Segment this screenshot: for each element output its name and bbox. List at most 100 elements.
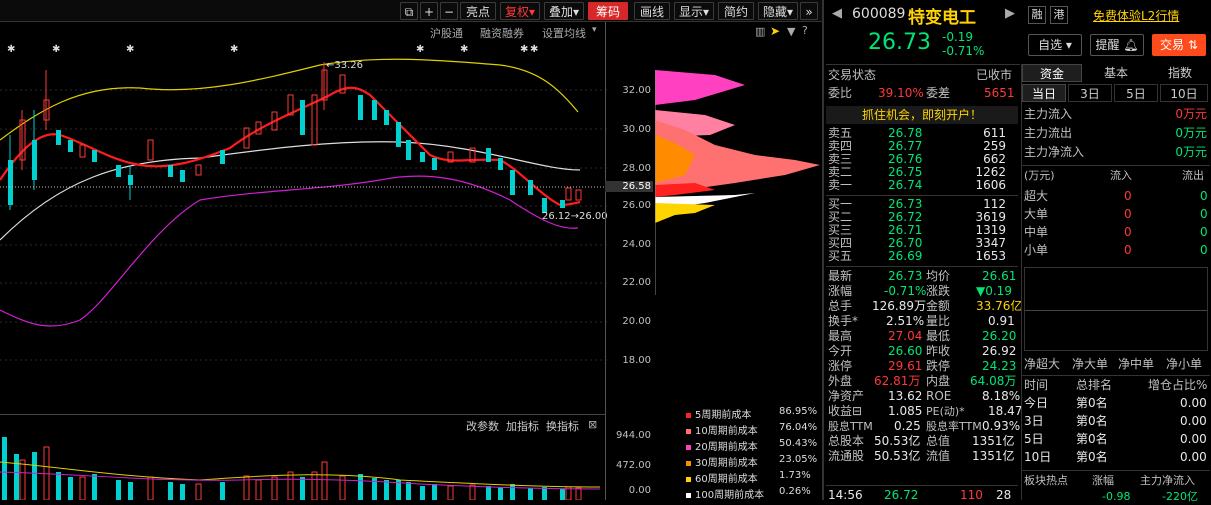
adjust-label: 复权: [504, 5, 529, 19]
price-axis: 32.00 30.00 28.00 26.58 26.00 24.00 22.0…: [605, 22, 653, 500]
trade-label: 交易: [1160, 38, 1185, 52]
margin-badge[interactable]: 融: [1028, 6, 1046, 24]
margin-link[interactable]: 融资融券: [480, 25, 524, 41]
ma-white-line: [0, 141, 581, 241]
legend-swatch: [686, 492, 691, 498]
flow-row-in: 0: [1124, 189, 1132, 203]
layout-icon[interactable]: ▥: [755, 25, 765, 38]
flow-table-header: 流出: [1182, 169, 1204, 182]
flow-row-label: 超大: [1024, 189, 1049, 203]
rank-value: 第0名: [1076, 450, 1108, 464]
prev-stock-icon[interactable]: ◀: [832, 6, 842, 21]
rank-pct: 0.00: [1180, 414, 1207, 428]
stat-value: 50.53亿: [874, 449, 921, 463]
help-icon[interactable]: ?: [802, 24, 808, 37]
svg-text:✱: ✱: [7, 44, 15, 55]
ma-settings-link[interactable]: 设置均线: [542, 25, 586, 41]
alert-button[interactable]: 提醒 🔔︎: [1090, 34, 1144, 56]
sector-label[interactable]: 板块热点: [1024, 472, 1068, 489]
arrow-down-icon[interactable]: ▼: [787, 25, 795, 38]
simple-button[interactable]: 简约: [718, 2, 754, 20]
chart-toolbar: ⧉ + − 亮点 复权▾ 叠加▾ 筹码 画线 显示▾ 简约 隐藏▾ »: [0, 0, 822, 22]
zoom-out-button[interactable]: −: [440, 2, 458, 20]
flow-table-header: 流入: [1110, 169, 1132, 182]
close-pane-icon[interactable]: ⊠: [588, 418, 597, 431]
legend-label: 60周期前成本: [695, 474, 758, 485]
tab-today[interactable]: 当日: [1022, 84, 1066, 102]
current-price-tick: 26.58: [605, 181, 653, 192]
flow-row-label: 中单: [1024, 225, 1049, 239]
boll-lower-line: [0, 175, 579, 327]
draw-line-button[interactable]: 画线: [634, 2, 670, 20]
rank-pct: 0.00: [1180, 450, 1207, 464]
svg-text:✱: ✱: [416, 44, 424, 55]
legend-swatch: [686, 444, 691, 450]
weicha-value: 5651: [984, 86, 1015, 100]
flow-row-in: 0: [1124, 207, 1132, 221]
more-button[interactable]: »: [800, 2, 818, 20]
svg-text:✱: ✱: [52, 44, 60, 55]
tab-10d[interactable]: 10日: [1160, 84, 1208, 102]
flow-value: 0万元: [1175, 145, 1207, 159]
cost-legend-item: 5周期前成本: [686, 406, 751, 421]
stat-label: 流通股: [828, 449, 865, 463]
flow-label: 主力流出: [1024, 126, 1073, 140]
price-tick: 26.00: [622, 200, 651, 211]
tab-5d[interactable]: 5日: [1114, 84, 1158, 102]
trade-button[interactable]: 交易 ⇅: [1152, 34, 1206, 56]
zoom-in-button[interactable]: +: [420, 2, 438, 20]
cursor-icon[interactable]: ➤: [770, 24, 780, 38]
display-button[interactable]: 显示▾: [674, 2, 714, 20]
svg-text:✱: ✱: [126, 44, 134, 55]
webi-label: 委比: [828, 86, 853, 100]
tick-count: 28: [996, 488, 1012, 502]
chips-button[interactable]: 筹码: [588, 2, 628, 20]
open-account-banner[interactable]: 抓住机会，即刻开户！: [826, 106, 1018, 124]
rank-divider: [1022, 375, 1210, 376]
tick-price: 26.72: [884, 488, 919, 502]
low-annotation: 26.12→26.00: [542, 211, 608, 222]
stock-name: 特变电工: [908, 8, 976, 28]
dropdown-icon[interactable]: ▾: [592, 25, 597, 35]
tab-basic[interactable]: 基本: [1086, 64, 1146, 82]
sector-change-label: 涨幅: [1092, 474, 1114, 487]
event-markers: ✱ ✱ ✱ ✱ ✱ ✱ ✱ ✱: [7, 44, 538, 55]
legend-pct: 0.26%: [779, 486, 811, 497]
adjust-button[interactable]: 复权▾: [500, 2, 540, 20]
overlay-button[interactable]: 叠加▾: [544, 2, 584, 20]
legend-pct: 23.05%: [779, 454, 818, 465]
flow-row-out: 0: [1200, 243, 1208, 257]
tab-index[interactable]: 指数: [1150, 64, 1210, 82]
trade-status-value: 已收市: [976, 68, 1013, 82]
tab-3d[interactable]: 3日: [1068, 84, 1112, 102]
sector-flow-value: -220亿: [1162, 490, 1198, 503]
volume-tick: 472.00: [616, 460, 651, 471]
volume-chart: [0, 437, 601, 500]
rank-period: 今日: [1024, 396, 1049, 410]
bell-icon: 🔔︎: [1123, 38, 1139, 52]
l2-promo-link[interactable]: 免费体验L2行情: [1093, 7, 1179, 24]
candles: [8, 62, 582, 213]
tick-time: 14:56: [828, 488, 863, 502]
highlight-button[interactable]: 亮点: [460, 2, 496, 20]
hide-button[interactable]: 隐藏▾: [758, 2, 798, 20]
watchlist-button[interactable]: 自选 ▾: [1028, 34, 1082, 56]
net-flow-chart: [1024, 267, 1208, 351]
watchlist-label: 自选: [1038, 38, 1063, 52]
next-stock-icon[interactable]: ▶: [1005, 6, 1015, 21]
legend-label: 10周期前成本: [695, 426, 758, 437]
tab-fund[interactable]: 资金: [1022, 64, 1082, 82]
hk-badge[interactable]: 港: [1050, 6, 1068, 24]
hk-connect-link[interactable]: 沪股通: [430, 25, 463, 41]
window-icon[interactable]: ⧉: [400, 2, 418, 20]
net-label: 净小单: [1166, 357, 1203, 371]
kline-chart[interactable]: ✱ ✱ ✱ ✱ ✱ ✱ ✱ ✱: [0, 40, 610, 420]
rank-header: 总排名: [1076, 378, 1113, 392]
rank-header: 增仓占比%: [1148, 378, 1208, 392]
rank-value: 第0名: [1076, 396, 1108, 410]
rank-header: 时间: [1024, 378, 1049, 392]
stat-value: 1351亿: [972, 449, 1015, 463]
volume-divider: [0, 414, 605, 415]
flow-row-label: 小单: [1024, 243, 1049, 257]
chip-distribution: [655, 70, 820, 295]
